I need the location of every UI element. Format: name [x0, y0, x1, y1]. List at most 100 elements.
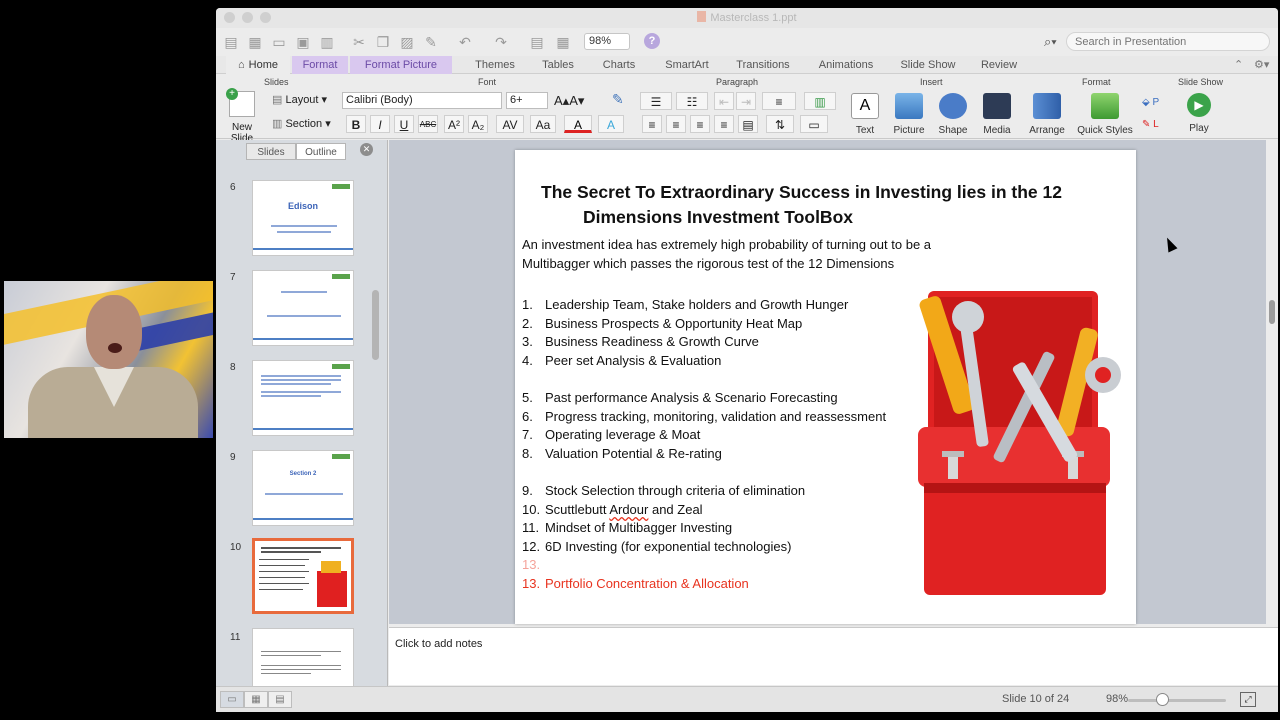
slide-number: 7	[230, 272, 236, 283]
ribbon-tabs: ⌂ Home Format Format Picture Themes Table…	[216, 56, 1278, 74]
search-box: ⌕▾	[1042, 32, 1270, 52]
columns-icon[interactable]: ▥	[804, 92, 836, 110]
tab-smartart[interactable]: SmartArt	[654, 56, 720, 74]
open-icon[interactable]: ▭	[270, 33, 288, 51]
format-painter-icon[interactable]: ✎	[422, 33, 440, 51]
align-text-icon[interactable]: ▭	[800, 115, 828, 133]
new-icon[interactable]: ▤	[222, 33, 240, 51]
line-spacing-icon[interactable]: ≡	[762, 92, 796, 110]
shape-line-icon[interactable]: ✎ L	[1142, 119, 1159, 130]
slide-thumbnail-8[interactable]	[252, 360, 354, 436]
slide-canvas: The Secret To Extraordinary Success in I…	[389, 140, 1266, 624]
slideshow-icon[interactable]: ▦	[554, 33, 572, 51]
normal-view-button[interactable]: ▭	[220, 691, 244, 708]
layout-button[interactable]: ▤ Layout ▾	[272, 93, 327, 106]
bullets-icon[interactable]: ☰	[640, 92, 672, 110]
group-label-insert: Insert	[920, 77, 943, 87]
justify-icon[interactable]: ≡	[714, 115, 734, 133]
shape-fill-icon[interactable]: ⬙ P	[1142, 97, 1159, 108]
quick-styles-button[interactable]: Quick Styles	[1074, 93, 1136, 136]
italic-button[interactable]: I	[370, 115, 390, 133]
save-icon[interactable]: ▣	[294, 33, 312, 51]
tab-tables[interactable]: Tables	[532, 56, 584, 74]
increase-indent-icon[interactable]: ⇥	[736, 92, 756, 110]
tab-themes[interactable]: Themes	[466, 56, 524, 74]
subscript-icon[interactable]: A₂	[468, 115, 488, 133]
zoom-slider[interactable]	[1128, 699, 1226, 702]
strikethrough-button[interactable]: ABC	[418, 115, 438, 133]
toolbox-image[interactable]	[898, 287, 1134, 599]
text-box-icon: A	[851, 93, 879, 119]
tab-review[interactable]: Review	[972, 56, 1026, 74]
slide-sorter-button[interactable]: ▦	[244, 691, 268, 708]
media-button[interactable]: Media	[972, 93, 1022, 136]
slide-thumbnail-10-selected[interactable]	[252, 538, 354, 614]
text-direction-icon[interactable]: ⇅	[766, 115, 794, 133]
font-color-icon[interactable]: A	[564, 115, 592, 133]
template-icon[interactable]: ▦	[246, 33, 264, 51]
collapse-ribbon-icon[interactable]: ⌃	[1234, 58, 1243, 71]
align-left-icon[interactable]: ≡	[642, 115, 662, 133]
slide-intro-text[interactable]: An investment idea has extremely high pr…	[522, 235, 992, 273]
search-input[interactable]	[1066, 32, 1270, 51]
tab-transitions[interactable]: Transitions	[730, 56, 796, 74]
slide-thumbnail-7[interactable]	[252, 270, 354, 346]
tab-animations[interactable]: Animations	[810, 56, 882, 74]
presenter-view-button[interactable]: ▤	[268, 691, 292, 708]
font-name-dropdown[interactable]: Calibri (Body)	[342, 92, 502, 109]
tab-slides[interactable]: Slides	[246, 143, 296, 160]
notes-pane[interactable]: Click to add notes	[389, 627, 1278, 685]
picture-button[interactable]: Picture	[884, 93, 934, 136]
align-right-icon[interactable]: ≡	[690, 115, 710, 133]
text-effects-icon[interactable]: A	[598, 115, 624, 133]
tab-format[interactable]: Format	[292, 56, 348, 74]
ribbon-settings-icon[interactable]: ⚙▾	[1254, 58, 1269, 71]
current-slide[interactable]: The Secret To Extraordinary Success in I…	[515, 150, 1136, 624]
tab-slide-show[interactable]: Slide Show	[896, 56, 960, 74]
help-icon[interactable]: ?	[644, 33, 660, 49]
canvas-scroll-thumb[interactable]	[1269, 300, 1275, 324]
shape-button[interactable]: Shape	[928, 93, 978, 136]
new-slide-button[interactable]: + New Slide	[220, 88, 264, 144]
slide-thumbnail-6[interactable]: Edison	[252, 180, 354, 256]
tab-charts[interactable]: Charts	[594, 56, 644, 74]
play-button[interactable]: ▶ Play	[1174, 93, 1224, 134]
clear-format-icon[interactable]: ✎	[612, 91, 624, 108]
cut-icon[interactable]: ✂	[350, 33, 368, 51]
gallery-icon[interactable]: ▤	[528, 33, 546, 51]
change-case-icon[interactable]: Aa	[530, 115, 556, 133]
bold-button[interactable]: B	[346, 115, 366, 133]
redo-icon[interactable]: ↷	[492, 33, 510, 51]
copy-icon[interactable]: ❐	[374, 33, 392, 51]
grow-font-icon[interactable]: A▴A▾	[554, 93, 584, 109]
close-sidebar-icon[interactable]: ✕	[360, 143, 373, 156]
zoom-dropdown[interactable]: 98%	[584, 33, 630, 50]
font-size-dropdown[interactable]: 6+	[506, 92, 548, 109]
canvas-scrollbar[interactable]	[1266, 140, 1278, 624]
decrease-indent-icon[interactable]: ⇤	[714, 92, 734, 110]
arrange-button[interactable]: Arrange	[1022, 93, 1072, 136]
zoom-slider-knob[interactable]	[1156, 693, 1169, 706]
home-icon: ⌂	[238, 59, 245, 71]
tab-home[interactable]: ⌂ Home	[226, 56, 290, 74]
underline-button[interactable]: U	[394, 115, 414, 133]
char-spacing-icon[interactable]: AV	[496, 115, 524, 133]
tab-format-picture[interactable]: Format Picture	[350, 56, 452, 74]
section-button[interactable]: ▥ Section ▾	[272, 117, 331, 130]
tab-outline[interactable]: Outline	[296, 143, 346, 160]
fit-to-window-icon[interactable]: ⤢	[1240, 692, 1256, 707]
media-icon	[983, 93, 1011, 119]
undo-icon[interactable]: ↶	[456, 33, 474, 51]
distributed-icon[interactable]: ▤	[738, 115, 758, 133]
search-icon[interactable]: ⌕▾	[1044, 33, 1066, 51]
text-box-button[interactable]: A Text	[840, 93, 890, 136]
numbering-icon[interactable]: ☷	[676, 92, 708, 110]
paste-icon[interactable]: ▨	[398, 33, 416, 51]
sidebar-scrollbar[interactable]	[372, 290, 379, 360]
superscript-icon[interactable]: A²	[444, 115, 464, 133]
slide-title-line-2: Dimensions Investment ToolBox	[583, 207, 853, 227]
slide-title[interactable]: The Secret To Extraordinary Success in I…	[541, 180, 1101, 230]
print-icon[interactable]: ▥	[318, 33, 336, 51]
align-center-icon[interactable]: ≡	[666, 115, 686, 133]
slide-thumbnail-9[interactable]: Section 2	[252, 450, 354, 526]
